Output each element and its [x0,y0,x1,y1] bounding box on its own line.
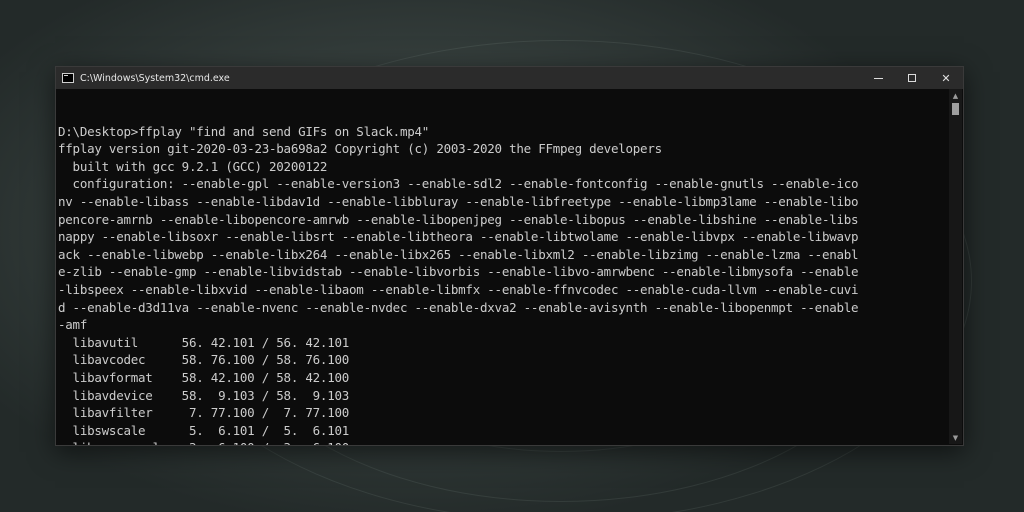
console-line: libavformat 58. 42.100 / 58. 42.100 [58,369,350,385]
console-line: libavdevice 58. 9.103 / 58. 9.103 [58,387,350,403]
console-line: libavcodec 58. 76.100 / 58. 76.100 [58,352,350,368]
console-line: ffplay version git-2020-03-23-ba698a2 Co… [58,141,662,157]
console-line: libavutil 56. 42.101 / 56. 42.101 [58,334,350,350]
console-line: -amf [58,317,88,333]
close-icon: ✕ [941,71,951,85]
console-line: -libspeex --enable-libxvid --enable-liba… [58,281,859,297]
console-line: ack --enable-libwebp --enable-libx264 --… [58,246,859,262]
window-title: C:\Windows\System32\cmd.exe [80,72,230,84]
title-bar[interactable]: C:\Windows\System32\cmd.exe ✕ [56,67,963,89]
close-button[interactable]: ✕ [929,67,963,89]
scroll-up-arrow-icon: ▲ [952,91,959,100]
cmd-window: C:\Windows\System32\cmd.exe ✕ D:\Desktop… [55,66,964,446]
console-output[interactable]: D:\Desktop>ffplay "find and send GIFs on… [58,105,948,445]
console-line: configuration: --enable-gpl --enable-ver… [58,176,859,192]
vertical-scrollbar[interactable]: ▲ ▼ [949,89,962,444]
scroll-down-button[interactable]: ▼ [949,431,962,444]
console-line: pencore-amrnb --enable-libopencore-amrwb… [58,211,859,227]
console-line: libavfilter 7. 77.100 / 7. 77.100 [58,405,350,421]
console-line: e-zlib --enable-gmp --enable-libvidstab … [58,264,859,280]
console-line: built with gcc 9.2.1 (GCC) 20200122 [58,158,328,174]
maximize-icon [908,74,916,82]
minimize-button[interactable] [861,67,895,89]
console-line: nappy --enable-libsoxr --enable-libsrt -… [58,229,859,245]
maximize-button[interactable] [895,67,929,89]
minimize-icon [873,77,883,79]
console-line: d --enable-d3d11va --enable-nvenc --enab… [58,299,859,315]
cmd-icon[interactable] [62,73,74,83]
console-line: libswscale 5. 6.101 / 5. 6.101 [58,422,350,438]
console-line: D:\Desktop>ffplay "find and send GIFs on… [58,123,430,139]
scroll-down-arrow-icon: ▼ [952,433,959,442]
scroll-up-button[interactable]: ▲ [949,89,962,102]
console-line: nv --enable-libass --enable-libdav1d --e… [58,193,859,209]
console-line: libswresample 3. 6.100 / 3. 6.100 [58,439,948,445]
scrollbar-thumb[interactable] [952,103,959,115]
